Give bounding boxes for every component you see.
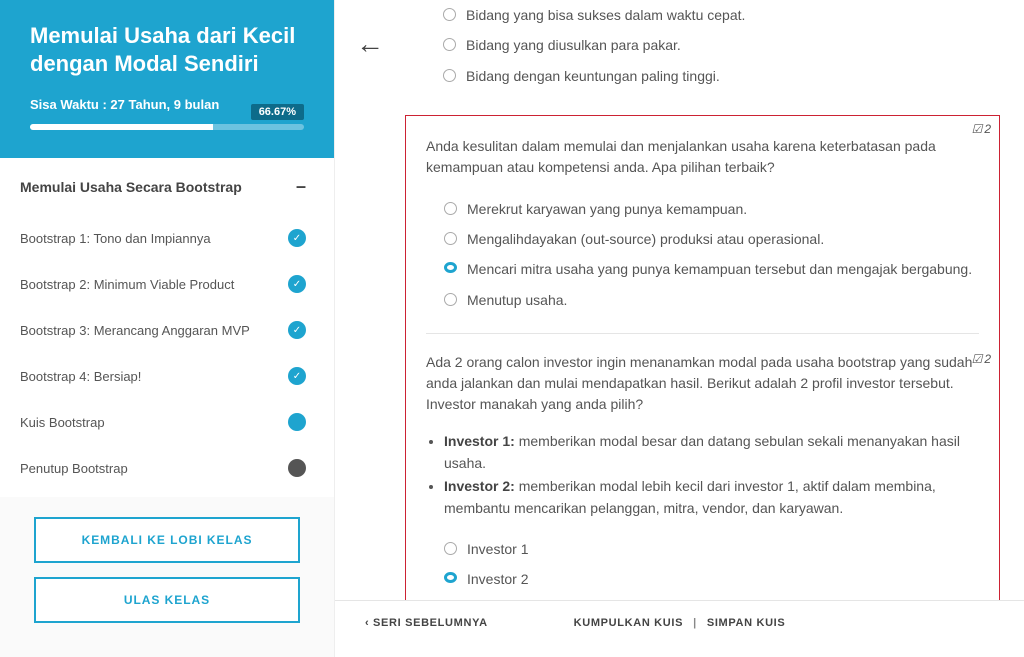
q1-option-a[interactable]: Bidang yang bisa sukses dalam waktu cepa…: [443, 0, 980, 30]
prev-series-button[interactable]: ‹ SERI SEBELUMNYA: [365, 617, 488, 629]
progress-wrap: 66.67%: [30, 124, 304, 130]
app-root: Memulai Usaha dari Kecil dengan Modal Se…: [0, 0, 1024, 657]
lesson-label: Bootstrap 2: Minimum Viable Product: [20, 277, 234, 292]
q2-option-4[interactable]: Menutup usaha.: [444, 285, 979, 315]
option-label: Menutup usaha.: [467, 290, 979, 310]
radio-icon: [443, 38, 456, 51]
main-top: ← Bidang yang bisa sukses dalam waktu ce…: [335, 0, 1024, 600]
radio-icon: [443, 8, 456, 21]
investor-1: Investor 1: memberikan modal besar dan d…: [444, 431, 979, 474]
lesson-label: Penutup Bootstrap: [20, 461, 128, 476]
lesson-item-3[interactable]: Bootstrap 3: Merancang Anggaran MVP ✓: [0, 307, 334, 353]
question-2: ☑2 Anda kesulitan dalam memulai dan menj…: [426, 126, 979, 315]
content-scroll[interactable]: Bidang yang bisa sukses dalam waktu cepa…: [405, 0, 1024, 600]
highlighted-questions: ☑2 Anda kesulitan dalam memulai dan menj…: [405, 115, 1000, 600]
lesson-item-6[interactable]: Penutup Bootstrap: [0, 445, 334, 491]
radio-icon: [444, 572, 457, 583]
option-label: Investor 1: [467, 539, 979, 559]
lesson-item-1[interactable]: Bootstrap 1: Tono dan Impiannya ✓: [0, 215, 334, 261]
back-to-lobby-button[interactable]: KEMBALI KE LOBI KELAS: [34, 517, 300, 563]
current-icon: [288, 413, 306, 431]
course-title: Memulai Usaha dari Kecil dengan Modal Se…: [30, 22, 304, 77]
radio-icon: [444, 202, 457, 215]
question-1-tail: Bidang yang bisa sukses dalam waktu cepa…: [405, 0, 1000, 115]
option-label: Investor 2: [467, 569, 979, 589]
flag-icon[interactable]: ☑2: [972, 352, 991, 366]
radio-icon: [444, 293, 457, 306]
progress-fill: [30, 124, 213, 130]
lesson-item-4[interactable]: Bootstrap 4: Bersiap! ✓: [0, 353, 334, 399]
q3-option-2[interactable]: Investor 2: [444, 564, 979, 594]
check-icon: ✓: [288, 229, 306, 247]
bottom-center: KUMPULKAN KUIS | SIMPAN KUIS: [574, 617, 786, 629]
main-panel: ← Bidang yang bisa sukses dalam waktu ce…: [335, 0, 1024, 657]
option-label: Bidang dengan keuntungan paling tinggi.: [466, 66, 980, 86]
sidebar-footer: KEMBALI KE LOBI KELAS ULAS KELAS: [0, 497, 334, 657]
q3-option-1[interactable]: Investor 1: [444, 534, 979, 564]
lesson-label: Bootstrap 3: Merancang Anggaran MVP: [20, 323, 250, 338]
question-prompt: Ada 2 orang calon investor ingin menanam…: [426, 352, 979, 415]
collapse-icon: –: [296, 176, 306, 197]
option-label: Merekrut karyawan yang punya kemampuan.: [467, 199, 979, 219]
lesson-label: Kuis Bootstrap: [20, 415, 105, 430]
progress-bar: [30, 124, 304, 130]
q2-option-2[interactable]: Mengalihdayakan (out-source) produksi at…: [444, 224, 979, 254]
save-quiz-button[interactable]: SIMPAN KUIS: [707, 617, 786, 629]
locked-icon: [288, 459, 306, 477]
investor-2: Investor 2: memberikan modal lebih kecil…: [444, 476, 979, 519]
radio-icon: [444, 262, 457, 273]
review-class-button[interactable]: ULAS KELAS: [34, 577, 300, 623]
divider-icon: |: [693, 617, 697, 629]
option-label: Bidang yang bisa sukses dalam waktu cepa…: [466, 5, 980, 25]
q2-option-3[interactable]: Mencari mitra usaha yang punya kemampuan…: [444, 254, 979, 284]
bottom-bar: ‹ SERI SEBELUMNYA KUMPULKAN KUIS | SIMPA…: [335, 600, 1024, 645]
section-title: Memulai Usaha Secara Bootstrap: [20, 179, 242, 195]
q1-option-b[interactable]: Bidang yang diusulkan para pakar.: [443, 30, 980, 60]
option-label: Bidang yang diusulkan para pakar.: [466, 35, 980, 55]
check-icon: ✓: [288, 367, 306, 385]
radio-icon: [444, 232, 457, 245]
section-header[interactable]: Memulai Usaha Secara Bootstrap –: [0, 158, 334, 215]
sidebar-header: Memulai Usaha dari Kecil dengan Modal Se…: [0, 0, 334, 158]
sidebar: Memulai Usaha dari Kecil dengan Modal Se…: [0, 0, 335, 657]
lesson-label: Bootstrap 4: Bersiap!: [20, 369, 141, 384]
radio-icon: [443, 69, 456, 82]
question-prompt: Anda kesulitan dalam memulai dan menjala…: [426, 126, 979, 178]
lesson-label: Bootstrap 1: Tono dan Impiannya: [20, 231, 211, 246]
option-label: Mencari mitra usaha yang punya kemampuan…: [467, 259, 979, 279]
lesson-item-2[interactable]: Bootstrap 2: Minimum Viable Product ✓: [0, 261, 334, 307]
sidebar-body: Memulai Usaha Secara Bootstrap – Bootstr…: [0, 158, 334, 497]
progress-badge: 66.67%: [251, 104, 304, 120]
q1-option-c[interactable]: Bidang dengan keuntungan paling tinggi.: [443, 61, 980, 91]
check-icon: ✓: [288, 275, 306, 293]
back-arrow-icon[interactable]: ←: [356, 30, 384, 58]
radio-icon: [444, 542, 457, 555]
check-icon: ✓: [288, 321, 306, 339]
collect-quiz-button[interactable]: KUMPULKAN KUIS: [574, 617, 683, 629]
investor-list: Investor 1: memberikan modal besar dan d…: [444, 431, 979, 520]
option-label: Mengalihdayakan (out-source) produksi at…: [467, 229, 979, 249]
lesson-item-5[interactable]: Kuis Bootstrap: [0, 399, 334, 445]
divider: [426, 333, 979, 334]
back-column: ←: [335, 0, 405, 58]
question-3: ☑2 Ada 2 orang calon investor ingin mena…: [426, 352, 979, 594]
q2-option-1[interactable]: Merekrut karyawan yang punya kemampuan.: [444, 194, 979, 224]
flag-icon[interactable]: ☑2: [972, 122, 991, 136]
